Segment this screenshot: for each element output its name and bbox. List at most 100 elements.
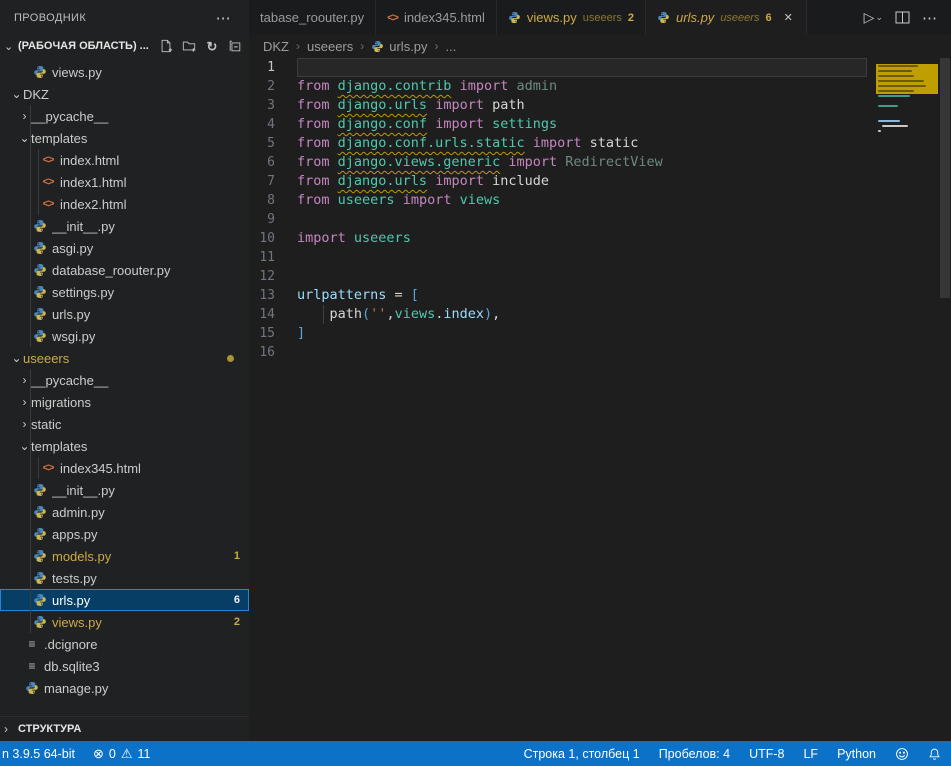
code-line-9[interactable]: 9 xyxy=(249,210,951,229)
code-line-3[interactable]: 3from django.urls import path xyxy=(249,96,951,115)
code-editor[interactable]: 12from django.contrib import admin3from … xyxy=(249,57,951,741)
file-label: apps.py xyxy=(52,527,249,542)
tab-urls-py[interactable]: urls.pyuseeers6✕ xyxy=(646,0,807,35)
line-number[interactable]: 15 xyxy=(249,324,297,343)
line-number[interactable]: 13 xyxy=(249,286,297,305)
tree-item-manage-py[interactable]: manage.py xyxy=(0,677,249,699)
code-line-7[interactable]: 7from django.urls import include xyxy=(249,172,951,191)
run-button[interactable]: ▷⌄ xyxy=(860,7,887,28)
tree-item-settings-py[interactable]: settings.py xyxy=(0,281,249,303)
tree-item--pycache-[interactable]: ›__pycache__ xyxy=(0,369,249,391)
more-actions-icon[interactable]: ⋯ xyxy=(212,9,235,27)
tree-item-views-py[interactable]: views.py xyxy=(0,61,249,83)
more-editor-actions-icon[interactable]: ⋯ xyxy=(918,7,941,29)
tree-item-templates[interactable]: ⌄templates xyxy=(0,435,249,457)
scrollbar-thumb[interactable] xyxy=(940,58,950,298)
tree-item-tests-py[interactable]: tests.py xyxy=(0,567,249,589)
tree-item-models-py[interactable]: models.py1 xyxy=(0,545,249,567)
editor-scrollbar[interactable] xyxy=(939,58,951,741)
tree-item-migrations[interactable]: ›migrations xyxy=(0,391,249,413)
code-line-13[interactable]: 13urlpatterns = [ xyxy=(249,286,951,305)
new-file-icon[interactable] xyxy=(158,38,174,54)
code-line-15[interactable]: 15] xyxy=(249,324,951,343)
python-icon xyxy=(33,527,47,541)
status-item[interactable]: UTF-8 xyxy=(749,747,784,761)
outline-section-header[interactable]: › СТРУКТУРА xyxy=(0,716,249,741)
close-icon[interactable]: ✕ xyxy=(782,10,795,25)
tree-item-templates[interactable]: ⌄templates xyxy=(0,127,249,149)
file-label: tests.py xyxy=(52,571,249,586)
new-folder-icon[interactable] xyxy=(181,38,197,54)
tree-item-apps-py[interactable]: apps.py xyxy=(0,523,249,545)
tree-item--pycache-[interactable]: ›__pycache__ xyxy=(0,105,249,127)
status-item[interactable]: Python xyxy=(837,747,876,761)
code-line-12[interactable]: 12 xyxy=(249,267,951,286)
line-number[interactable]: 6 xyxy=(249,153,297,172)
tree-item--init-py[interactable]: __init__.py xyxy=(0,479,249,501)
minimap-line xyxy=(878,95,910,97)
status-item[interactable]: Строка 1, столбец 1 xyxy=(524,747,640,761)
line-number[interactable]: 5 xyxy=(249,134,297,153)
tab-tabase-roouter-py[interactable]: tabase_roouter.py xyxy=(249,0,376,35)
minimap-line xyxy=(878,80,924,82)
code-line-16[interactable]: 16 xyxy=(249,343,951,362)
line-number[interactable]: 2 xyxy=(249,77,297,96)
chevron-down-icon: ⌄ xyxy=(4,40,18,53)
code-line-14[interactable]: 14 path('',views.index), xyxy=(249,305,951,324)
status-item[interactable]: Пробелов: 4 xyxy=(659,747,730,761)
code-line-10[interactable]: 10import useeers xyxy=(249,229,951,248)
python-icon xyxy=(33,307,47,321)
refresh-icon[interactable]: ↻ xyxy=(204,38,220,54)
indent-guide xyxy=(30,105,31,347)
line-number[interactable]: 3 xyxy=(249,96,297,115)
code-line-8[interactable]: 8from useeers import views xyxy=(249,191,951,210)
code-line-5[interactable]: 5from django.conf.urls.static import sta… xyxy=(249,134,951,153)
line-number[interactable]: 8 xyxy=(249,191,297,210)
tree-item-views-py[interactable]: views.py2 xyxy=(0,611,249,633)
line-number[interactable]: 9 xyxy=(249,210,297,229)
tree-item-admin-py[interactable]: admin.py xyxy=(0,501,249,523)
breadcrumb-item[interactable]: urls.py xyxy=(371,39,427,54)
code-line-11[interactable]: 11 xyxy=(249,248,951,267)
breadcrumb-item[interactable]: ... xyxy=(446,39,457,54)
tree-item-DKZ[interactable]: ⌄DKZ xyxy=(0,83,249,105)
line-number[interactable]: 14 xyxy=(249,305,297,324)
line-number[interactable]: 10 xyxy=(249,229,297,248)
split-editor-icon[interactable] xyxy=(891,9,914,26)
tree-item-static[interactable]: ›static xyxy=(0,413,249,435)
line-number[interactable]: 4 xyxy=(249,115,297,134)
tree-item-database-roouter-py[interactable]: database_roouter.py xyxy=(0,259,249,281)
line-number[interactable]: 11 xyxy=(249,248,297,267)
tab-index345-html[interactable]: <>index345.html xyxy=(376,0,497,35)
workspace-section-header[interactable]: ⌄ (РАБОЧАЯ ОБЛАСТЬ) ... ↻ xyxy=(0,35,249,57)
feedback-smiley-icon[interactable] xyxy=(895,747,909,761)
collapse-all-icon[interactable] xyxy=(227,38,243,54)
line-number[interactable]: 16 xyxy=(249,343,297,362)
minimap[interactable] xyxy=(872,58,938,741)
tree-item--dcignore[interactable]: ≡.dcignore xyxy=(0,633,249,655)
line-number[interactable]: 7 xyxy=(249,172,297,191)
tree-item-urls-py[interactable]: urls.py6 xyxy=(0,589,249,611)
minimap-line xyxy=(878,90,914,92)
tree-item--init-py[interactable]: __init__.py xyxy=(0,215,249,237)
tree-item-urls-py[interactable]: urls.py xyxy=(0,303,249,325)
python-version-status[interactable]: n 3.9.5 64-bit xyxy=(2,747,75,761)
tree-item-useeers[interactable]: ⌄useeers xyxy=(0,347,249,369)
tree-item-wsgi-py[interactable]: wsgi.py xyxy=(0,325,249,347)
file-label: urls.py xyxy=(52,307,249,322)
notifications-bell-icon[interactable] xyxy=(928,747,941,761)
tree-item-asgi-py[interactable]: asgi.py xyxy=(0,237,249,259)
breadcrumb-item[interactable]: DKZ xyxy=(263,39,289,54)
tree-item-db-sqlite3[interactable]: ≡db.sqlite3 xyxy=(0,655,249,677)
breadcrumb-item[interactable]: useeers xyxy=(307,39,353,54)
line-number[interactable]: 12 xyxy=(249,267,297,286)
code-line-6[interactable]: 6from django.views.generic import Redire… xyxy=(249,153,951,172)
code-line-4[interactable]: 4from django.conf import settings xyxy=(249,115,951,134)
status-item[interactable]: LF xyxy=(803,747,818,761)
code-line-1[interactable]: 1 xyxy=(249,58,951,77)
problems-status[interactable]: ⊗ 0 ⚠ 11 xyxy=(93,746,151,762)
code-line-2[interactable]: 2from django.contrib import admin xyxy=(249,77,951,96)
explorer-header: ПРОВОДНИК ⋯ xyxy=(0,0,249,35)
tab-views-py[interactable]: views.pyuseeers2 xyxy=(497,0,646,35)
line-number[interactable]: 1 xyxy=(249,58,297,77)
